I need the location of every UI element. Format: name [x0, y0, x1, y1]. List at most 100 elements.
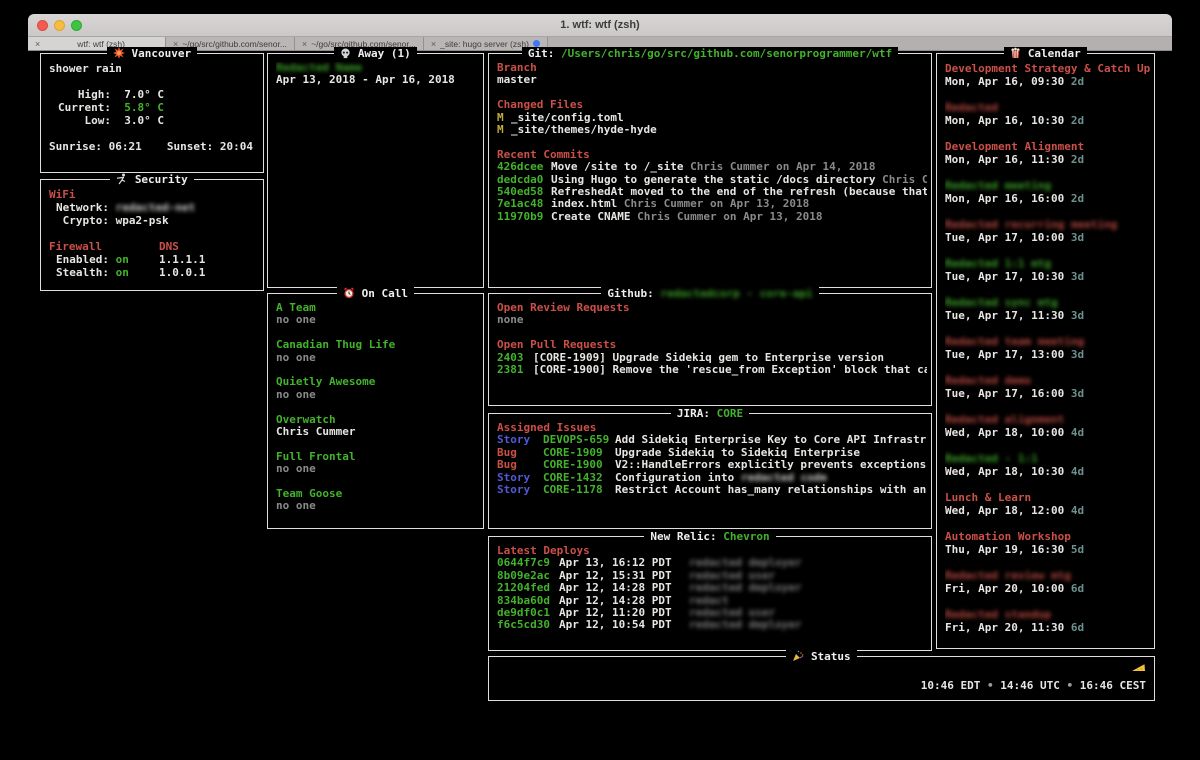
pr-title: [CORE-1909] Upgrade Sidekiq gem to Enter…: [533, 351, 884, 364]
issue-type: Story: [497, 484, 543, 496]
jira-title-prefix: JIRA:: [677, 407, 710, 420]
oncall-person: no one: [276, 314, 479, 326]
calendar-event: Redacted sync mtgTue, Apr 17, 11:30 3d: [945, 296, 1150, 322]
deploy-sha: f6c5cd30: [497, 619, 559, 631]
commit-meta: Chris Cummer on Apr 13, 2018: [624, 197, 809, 210]
event-days-until: 3d: [1071, 309, 1084, 322]
oncall-team: Canadian Thug Lifeno one: [276, 339, 479, 364]
newrelic-app: Chevron: [723, 530, 769, 543]
git-repo-path: /Users/chris/go/src/github.com/senorprog…: [561, 47, 892, 60]
away-dates: Apr 13, 2018 - Apr 16, 2018: [276, 74, 479, 86]
redacted-deploy-user: redacted deployer: [689, 581, 802, 594]
oncall-team: Full Frontalno one: [276, 451, 479, 476]
panel-title: Security: [135, 173, 188, 186]
dns-primary: 1.1.1.1: [159, 253, 205, 266]
calendar-event: Redacted team meetingTue, Apr 17, 13:00 …: [945, 335, 1150, 361]
redacted-deploy-user: redact: [689, 594, 729, 607]
redacted-network-name: redacted-net: [116, 201, 195, 214]
redacted-event-title: Redacted sync mtg: [945, 296, 1150, 309]
burst-icon: [113, 47, 125, 62]
event-datetime: Tue, Apr 17, 16:00: [945, 387, 1064, 400]
deploy-row: 0644f7c9Apr 13, 16:12 PDTredacted deploy…: [497, 557, 927, 569]
github-title-prefix: Github:: [607, 287, 653, 300]
oncall-person: no one: [276, 352, 479, 364]
redacted-event-title: Redacted - 1:1: [945, 452, 1150, 465]
dns-secondary: 1.0.0.1: [159, 266, 205, 279]
event-datetime: Wed, Apr 18, 10:30: [945, 465, 1064, 478]
changed-file: M_site/themes/hyde-hyde: [497, 124, 927, 136]
party-popper-icon: [792, 650, 804, 665]
status-panel: Status 10:46 EDT • 14:46 UTC • 16:46 CES…: [488, 656, 1155, 701]
calendar-event: Redacted standupFri, Apr 20, 11:30 6d: [945, 608, 1150, 634]
event-datetime: Tue, Apr 17, 10:30: [945, 270, 1064, 283]
popcorn-icon: [1010, 47, 1021, 62]
weather-current-value: 5.8° C: [124, 101, 164, 114]
jira-project: CORE: [717, 407, 744, 420]
close-tab-icon[interactable]: ×: [35, 39, 40, 49]
calendar-event: Development AlignmentMon, Apr 16, 11:30 …: [945, 140, 1150, 166]
branch-name: master: [497, 74, 927, 86]
commit-meta: Chris Cummer on Apr 13, 2018: [637, 210, 822, 223]
review-requests-none: none: [497, 314, 927, 326]
event-days-until: 4d: [1071, 426, 1084, 439]
tab-activity-indicator: [533, 40, 540, 47]
issue-key: CORE-1178: [543, 484, 615, 496]
redacted-deploy-user: redacted user: [689, 569, 775, 582]
event-datetime: Tue, Apr 17, 13:00: [945, 348, 1064, 361]
calendar-event: Redacted - 1:1Wed, Apr 18, 10:30 4d: [945, 452, 1150, 478]
pr-title: [CORE-1900] Remove the 'rescue_from Exce…: [533, 363, 927, 376]
git-title-prefix: Git:: [528, 47, 555, 60]
redacted-away-person: Redacted Name: [276, 62, 479, 74]
commit-row: 11970b9Create CNAME Chris Cummer on Apr …: [497, 211, 927, 223]
weather-condition: shower rain: [49, 62, 259, 75]
calendar-event: Redacted 1:1 mtgTue, Apr 17, 10:30 3d: [945, 257, 1150, 283]
calendar-panel: Calendar Development Strategy & Catch Up…: [936, 53, 1155, 649]
event-datetime: Mon, Apr 16, 11:30: [945, 153, 1064, 166]
deploy-date: Apr 13, 16:12 PDT: [559, 557, 689, 569]
weather-sunset: Sunset: 20:04: [167, 140, 253, 153]
world-clock: 10:46 EDT • 14:46 UTC • 16:46 CEST: [921, 679, 1146, 692]
pr-number: 2381: [497, 364, 533, 376]
event-datetime: Wed, Apr 18, 12:00: [945, 504, 1064, 517]
commit-message: Using Hugo to generate the static /docs …: [551, 173, 876, 186]
deploy-date: Apr 12, 14:28 PDT: [559, 582, 689, 594]
wifi-header: WiFi: [49, 188, 259, 201]
redacted-event-title: Redacted meeting: [945, 179, 1150, 192]
commit-sha: 7e1ac48: [497, 198, 551, 210]
titlebar[interactable]: 1. wtf: wtf (zsh): [28, 14, 1172, 37]
issue-title: Upgrade Sidekiq to Sidekiq Enterprise: [615, 446, 860, 459]
event-title: Automation Workshop: [945, 530, 1150, 543]
redacted-event-title: Redacted alignment: [945, 413, 1150, 426]
issue-key: DEVOPS-659: [543, 434, 615, 446]
oncall-person: Chris Cummer: [276, 426, 479, 438]
panel-title: Vancouver: [132, 47, 192, 60]
calendar-event: Development Strategy & Catch UpMon, Apr …: [945, 62, 1150, 88]
deploy-sha: 21204fed: [497, 582, 559, 594]
issue-type: Bug: [497, 459, 543, 471]
issue-title: Restrict Account has_many relationships …: [615, 483, 927, 496]
weather-panel: Vancouver shower rain High: 7.0° C Curre…: [40, 53, 264, 173]
event-days-until: 3d: [1071, 270, 1084, 283]
calendar-event: Redacted demoTue, Apr 17, 16:00 3d: [945, 374, 1150, 400]
weather-high-value: 7.0° C: [124, 88, 164, 101]
skull-icon: [340, 48, 351, 62]
branch-header: Branch: [497, 62, 927, 74]
redacted-event-title: Redacted standup: [945, 608, 1150, 621]
event-datetime: Wed, Apr 18, 10:00: [945, 426, 1064, 439]
deploy-date: Apr 12, 10:54 PDT: [559, 619, 689, 631]
event-days-until: 2d: [1071, 192, 1084, 205]
oncall-team: A Teamno one: [276, 302, 479, 327]
away-panel: Away (1) Redacted Name Apr 13, 2018 - Ap…: [267, 53, 484, 288]
wtf-dashboard: Vancouver shower rain High: 7.0° C Curre…: [28, 52, 1172, 760]
enabled-label: Enabled:: [49, 253, 109, 266]
issue-type: Story: [497, 434, 543, 446]
clock-separator: •: [987, 679, 994, 692]
panel-title: Status: [811, 650, 851, 663]
redacted-deploy-user: redacted deployer: [689, 618, 802, 631]
event-days-until: 2d: [1071, 153, 1084, 166]
panel-title: Calendar: [1028, 47, 1081, 60]
event-datetime: Tue, Apr 17, 10:00: [945, 231, 1064, 244]
event-days-until: 4d: [1071, 465, 1084, 478]
oncall-team: Team Gooseno one: [276, 488, 479, 513]
calendar-event: Redacted recurring meetingTue, Apr 17, 1…: [945, 218, 1150, 244]
